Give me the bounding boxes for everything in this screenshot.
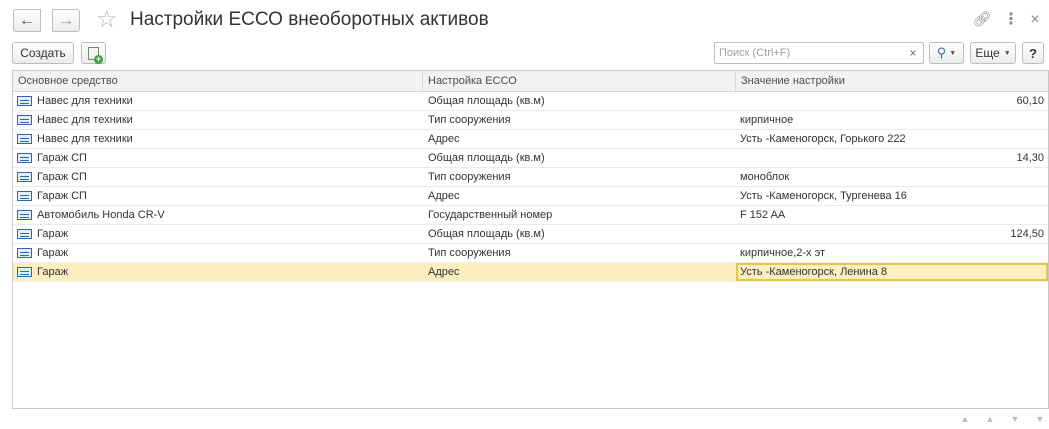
asset-name: Гараж СП xyxy=(37,171,87,183)
value-cell[interactable]: F 152 AA xyxy=(736,206,1048,224)
table-row[interactable]: Навес для техники Общая площадь (кв.м) 60,… xyxy=(13,92,1048,111)
more-button-label: Еще xyxy=(975,46,1000,60)
setting-cell[interactable]: Адрес xyxy=(423,263,736,281)
copy-add-icon xyxy=(88,46,103,64)
asset-cell[interactable]: Навес для техники xyxy=(13,130,423,148)
table-header: Основное средство Настройка ЕССО Значени… xyxy=(13,71,1048,92)
column-header-asset[interactable]: Основное средство xyxy=(13,71,423,91)
value-cell[interactable]: моноблок xyxy=(736,168,1048,186)
setting-cell[interactable]: Тип сооружения xyxy=(423,168,736,186)
fixed-asset-icon xyxy=(17,267,32,277)
asset-cell[interactable]: Гараж СП xyxy=(13,149,423,167)
asset-cell[interactable]: Навес для техники xyxy=(13,111,423,129)
column-header-setting[interactable]: Настройка ЕССО xyxy=(423,71,736,91)
asset-cell[interactable]: Гараж СП xyxy=(13,187,423,205)
arrow-right-icon: → xyxy=(58,11,74,29)
setting-cell[interactable]: Общая площадь (кв.м) xyxy=(423,225,736,243)
value-cell[interactable]: 14,30 xyxy=(736,149,1048,167)
title-bar: ← → ☆ Настройки ЕССО внеоборотных активо… xyxy=(0,0,1049,40)
table-body: Навес для техники Общая площадь (кв.м) 60,… xyxy=(13,92,1048,282)
back-button[interactable]: ← xyxy=(13,9,41,32)
fixed-asset-icon xyxy=(17,134,32,144)
search-input[interactable] xyxy=(715,43,903,63)
close-icon[interactable]: × xyxy=(1025,10,1045,30)
table-row[interactable]: Гараж Адрес Усть -Каменогорск, Ленина 8 xyxy=(13,263,1048,282)
table-row[interactable]: Гараж СП Адрес Усть -Каменогорск, Тургенев… xyxy=(13,187,1048,206)
asset-name: Автомобиль Honda CR-V xyxy=(37,209,165,221)
setting-cell[interactable]: Тип сооружения xyxy=(423,111,736,129)
table-row[interactable]: Навес для техники Тип сооружения кирпичное xyxy=(13,111,1048,130)
forward-button[interactable]: → xyxy=(52,9,80,32)
asset-name: Навес для техники xyxy=(37,114,133,126)
scroll-last-button[interactable]: ▼︎ xyxy=(1030,411,1049,427)
link-icon[interactable]: 🔗︎ xyxy=(972,10,992,30)
asset-name: Гараж xyxy=(37,266,69,278)
asset-name: Гараж xyxy=(37,228,69,240)
setting-cell[interactable]: Адрес xyxy=(423,187,736,205)
asset-cell[interactable]: Гараж xyxy=(13,263,423,281)
table-row[interactable]: Гараж СП Общая площадь (кв.м) 14,30 xyxy=(13,149,1048,168)
chevron-down-icon: ▼ xyxy=(949,49,957,57)
star-icon[interactable]: ☆ xyxy=(96,6,118,34)
table-row[interactable]: Автомобиль Honda CR-V Государственный ном… xyxy=(13,206,1048,225)
table-row[interactable]: Гараж СП Тип сооружения моноблок xyxy=(13,168,1048,187)
more-button[interactable]: Еще ▼ xyxy=(970,42,1016,64)
fixed-asset-icon xyxy=(17,153,32,163)
table-row[interactable]: Навес для техники Адрес Усть -Каменогорск,… xyxy=(13,130,1048,149)
copy-button[interactable] xyxy=(81,42,106,64)
asset-name: Гараж xyxy=(37,247,69,259)
value-cell[interactable]: Усть -Каменогорск, Тургенева 16 xyxy=(736,187,1048,205)
fixed-asset-icon xyxy=(17,210,32,220)
table-row[interactable]: Гараж Общая площадь (кв.м) 124,50 xyxy=(13,225,1048,244)
fixed-asset-icon xyxy=(17,172,32,182)
help-button[interactable]: ? xyxy=(1022,42,1044,64)
asset-name: Гараж СП xyxy=(37,190,87,202)
page-title: Настройки ЕССО внеоборотных активов xyxy=(130,9,489,30)
command-bar: Создать × ⚲ ▼ Еще ▼ ? xyxy=(0,40,1049,68)
value-cell[interactable]: кирпичное xyxy=(736,111,1048,129)
fixed-asset-icon xyxy=(17,191,32,201)
value-cell[interactable]: Усть -Каменогорск, Горького 222 xyxy=(736,130,1048,148)
setting-cell[interactable]: Адрес xyxy=(423,130,736,148)
asset-name: Гараж СП xyxy=(37,152,87,164)
value-cell[interactable]: 124,50 xyxy=(736,225,1048,243)
fixed-asset-icon xyxy=(17,248,32,258)
chevron-down-icon: ▼ xyxy=(1003,49,1011,57)
arrow-left-icon: ← xyxy=(19,11,35,29)
column-header-value[interactable]: Значение настройки xyxy=(736,71,1048,91)
asset-cell[interactable]: Гараж СП xyxy=(13,168,423,186)
asset-cell[interactable]: Гараж xyxy=(13,244,423,262)
settings-table[interactable]: Основное средство Настройка ЕССО Значени… xyxy=(12,70,1049,409)
table-row[interactable]: Гараж Тип сооружения кирпичное,2-х эт xyxy=(13,244,1048,263)
fixed-asset-icon xyxy=(17,96,32,106)
asset-name: Навес для техники xyxy=(37,133,133,145)
setting-cell[interactable]: Государственный номер xyxy=(423,206,736,224)
create-button[interactable]: Создать xyxy=(12,42,74,64)
scroll-down-button[interactable]: ▼ xyxy=(1005,411,1025,427)
setting-cell[interactable]: Общая площадь (кв.м) xyxy=(423,149,736,167)
asset-cell[interactable]: Автомобиль Honda CR-V xyxy=(13,206,423,224)
asset-cell[interactable]: Навес для техники xyxy=(13,92,423,110)
search-icon: ⚲ xyxy=(936,45,947,60)
scroll-first-button[interactable]: ▲︎ xyxy=(955,411,975,427)
clear-search-icon[interactable]: × xyxy=(903,46,923,60)
scroll-up-button[interactable]: ▲ xyxy=(980,411,1000,427)
asset-cell[interactable]: Гараж xyxy=(13,225,423,243)
value-cell[interactable]: кирпичное,2-х эт xyxy=(736,244,1048,262)
setting-cell[interactable]: Тип сооружения xyxy=(423,244,736,262)
search-button[interactable]: ⚲ ▼ xyxy=(929,42,964,64)
fixed-asset-icon xyxy=(17,115,32,125)
setting-cell[interactable]: Общая площадь (кв.м) xyxy=(423,92,736,110)
more-vertical-icon[interactable]: ⋮ xyxy=(1001,10,1021,30)
fixed-asset-icon xyxy=(17,229,32,239)
asset-name: Навес для техники xyxy=(37,95,133,107)
search-field[interactable]: × xyxy=(714,42,924,64)
value-cell[interactable]: Усть -Каменогорск, Ленина 8 xyxy=(736,263,1048,281)
value-cell[interactable]: 60,10 xyxy=(736,92,1048,110)
